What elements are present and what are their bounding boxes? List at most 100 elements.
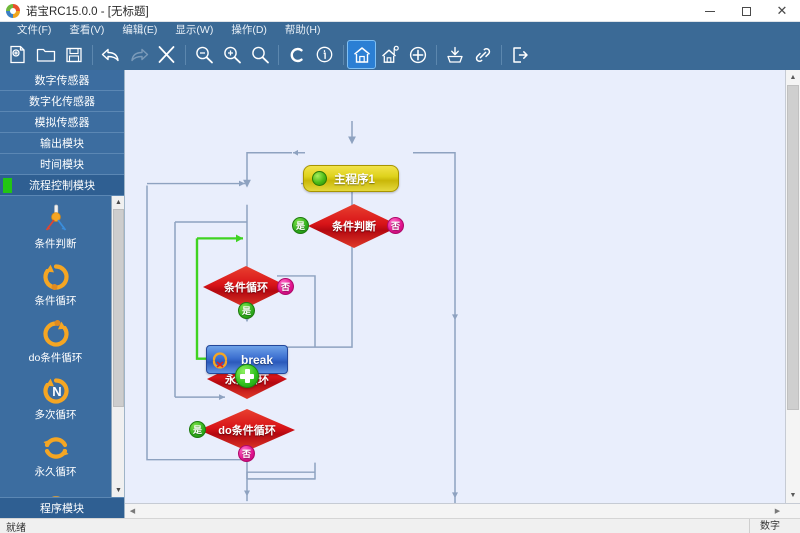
left-panel: 数字传感器 数字化传感器 模拟传感器 输出模块 时间模块 流程控制模块 条件判断… (0, 70, 125, 518)
add-circle-button[interactable] (404, 41, 431, 68)
category-flow-control-module[interactable]: 流程控制模块 (0, 175, 124, 196)
palette-item-n-times-loop[interactable]: N 多次循环 (0, 373, 111, 430)
scroll-left-icon[interactable]: ◀ (125, 504, 140, 518)
palette-item-label: 条件判断 (34, 238, 77, 250)
nobook-logo-icon (6, 3, 20, 18)
zoom-reset-button[interactable] (246, 41, 273, 68)
window-controls: ✕ (692, 0, 800, 22)
scroll-right-icon[interactable]: ▶ (770, 504, 785, 518)
compile-button[interactable] (283, 41, 310, 68)
exit-button[interactable] (506, 41, 533, 68)
palette-item-condition-branch[interactable]: 条件判断 (0, 202, 111, 259)
toolbar-separator (501, 44, 502, 65)
save-button[interactable] (60, 41, 87, 68)
flow-node-start[interactable]: 主程序1 (303, 165, 399, 192)
port-label: 否 (241, 449, 251, 459)
undo-button[interactable] (97, 41, 124, 68)
palette-items: 条件判断 条件循环 do条件循环 N 多次循环 永久循环 (0, 196, 111, 497)
loop-ccw-icon (39, 259, 73, 295)
info-button[interactable] (311, 41, 338, 68)
home-flag-button[interactable] (376, 41, 403, 68)
category-label: 时间模块 (40, 159, 84, 171)
loop-n-icon: N (39, 373, 73, 409)
menu-view[interactable]: 查看(V) (60, 22, 113, 39)
port-no-do-while-loop[interactable]: 否 (238, 445, 255, 462)
port-label: 是 (295, 221, 305, 231)
category-digitized-sensor[interactable]: 数字化传感器 (0, 91, 124, 112)
port-label: 是 (192, 425, 202, 435)
toolbar (0, 39, 800, 70)
category-output-module[interactable]: 输出模块 (0, 133, 124, 154)
port-label: 否 (280, 282, 290, 292)
add-block-button[interactable] (235, 364, 259, 388)
application-window: 诺宝RC15.0.0 - [无标题] ✕ 文件(F) 查看(V) 编辑(E) 显… (0, 0, 800, 533)
category-label: 数字化传感器 (29, 96, 95, 108)
loop-cw-icon (39, 316, 73, 352)
category-label: 输出模块 (40, 138, 84, 150)
palette-item-label: 永久循环 (34, 466, 77, 478)
category-analog-sensor[interactable]: 模拟传感器 (0, 112, 124, 133)
palette-list: 条件判断 条件循环 do条件循环 N 多次循环 永久循环 ▲ ▼ (0, 196, 124, 497)
toolbar-separator (185, 44, 186, 65)
toolbar-separator (278, 44, 279, 65)
canvas-vertical-scrollbar[interactable]: ▲ ▼ (785, 70, 800, 503)
download-button[interactable] (441, 41, 468, 68)
zoom-in-button[interactable] (218, 41, 245, 68)
open-button[interactable] (32, 41, 59, 68)
maximize-button[interactable] (728, 0, 764, 22)
canvas-vscroll-thumb[interactable] (787, 85, 799, 410)
menu-operate[interactable]: 操作(D) (222, 22, 276, 39)
category-program-module[interactable]: 程序模块 (0, 497, 124, 518)
flow-canvas[interactable]: 主程序1 条件判断 是 否 条件循环 否 是 break do条件循环 是 否 (125, 70, 785, 503)
close-button[interactable]: ✕ (764, 0, 800, 22)
menu-file[interactable]: 文件(F) (8, 22, 60, 39)
palette-item-do-while-loop[interactable]: do条件循环 (0, 316, 111, 373)
loop-break-icon (39, 487, 73, 497)
category-label: 程序模块 (40, 503, 84, 515)
palette-item-while-loop[interactable]: 条件循环 (0, 259, 111, 316)
port-yes-condition-branch[interactable]: 是 (292, 217, 309, 234)
port-yes-do-while-loop[interactable]: 是 (189, 421, 206, 438)
category-digital-sensor[interactable]: 数字传感器 (0, 70, 124, 91)
loop-break-icon (207, 351, 233, 369)
port-no-while-loop[interactable]: 否 (277, 278, 294, 295)
zoom-out-button[interactable] (190, 41, 217, 68)
canvas-area: 主程序1 条件判断 是 否 条件循环 否 是 break do条件循环 是 否 … (125, 70, 800, 518)
palette-item-partial[interactable] (0, 487, 111, 497)
canvas-horizontal-scrollbar[interactable]: ◀ ▶ (125, 503, 800, 518)
minimize-button[interactable] (692, 0, 728, 22)
hscroll-track[interactable] (140, 504, 770, 518)
palette-scroll-thumb[interactable] (113, 209, 124, 407)
port-yes-while-loop[interactable]: 是 (238, 302, 255, 319)
palette-item-label: do条件循环 (28, 352, 83, 364)
menu-help[interactable]: 帮助(H) (276, 22, 330, 39)
new-button[interactable] (4, 41, 31, 68)
palette-item-label: 条件循环 (34, 295, 77, 307)
main-body: 数字传感器 数字化传感器 模拟传感器 输出模块 时间模块 流程控制模块 条件判断… (0, 70, 800, 518)
home-button[interactable] (347, 40, 376, 69)
toolbar-separator (92, 44, 93, 65)
menu-edit[interactable]: 编辑(E) (113, 22, 166, 39)
scroll-up-icon[interactable]: ▲ (112, 196, 124, 209)
delete-button[interactable] (153, 41, 180, 68)
scroll-down-icon[interactable]: ▼ (112, 484, 124, 497)
link-button[interactable] (469, 41, 496, 68)
window-title: 诺宝RC15.0.0 - [无标题] (26, 5, 149, 18)
menu-display[interactable]: 显示(W) (166, 22, 222, 39)
toolbar-separator (343, 44, 344, 65)
scroll-up-icon[interactable]: ▲ (786, 70, 800, 85)
scroll-down-icon[interactable]: ▼ (786, 488, 800, 503)
category-label: 数字传感器 (34, 75, 90, 87)
flow-node-start-label: 主程序1 (334, 173, 375, 186)
palette-item-forever-loop[interactable]: 永久循环 (0, 430, 111, 487)
redo-button[interactable] (125, 41, 152, 68)
status-left-text: 就绪 (6, 522, 26, 533)
port-label: 否 (390, 221, 400, 231)
status-bar: 就绪 数字 (0, 518, 800, 533)
port-no-condition-branch[interactable]: 否 (387, 217, 404, 234)
category-time-module[interactable]: 时间模块 (0, 154, 124, 175)
svg-text:N: N (52, 384, 61, 399)
palette-scrollbar[interactable]: ▲ ▼ (111, 196, 124, 497)
branch-fork-icon (38, 202, 74, 238)
flow-node-label: 条件循环 (224, 282, 268, 294)
